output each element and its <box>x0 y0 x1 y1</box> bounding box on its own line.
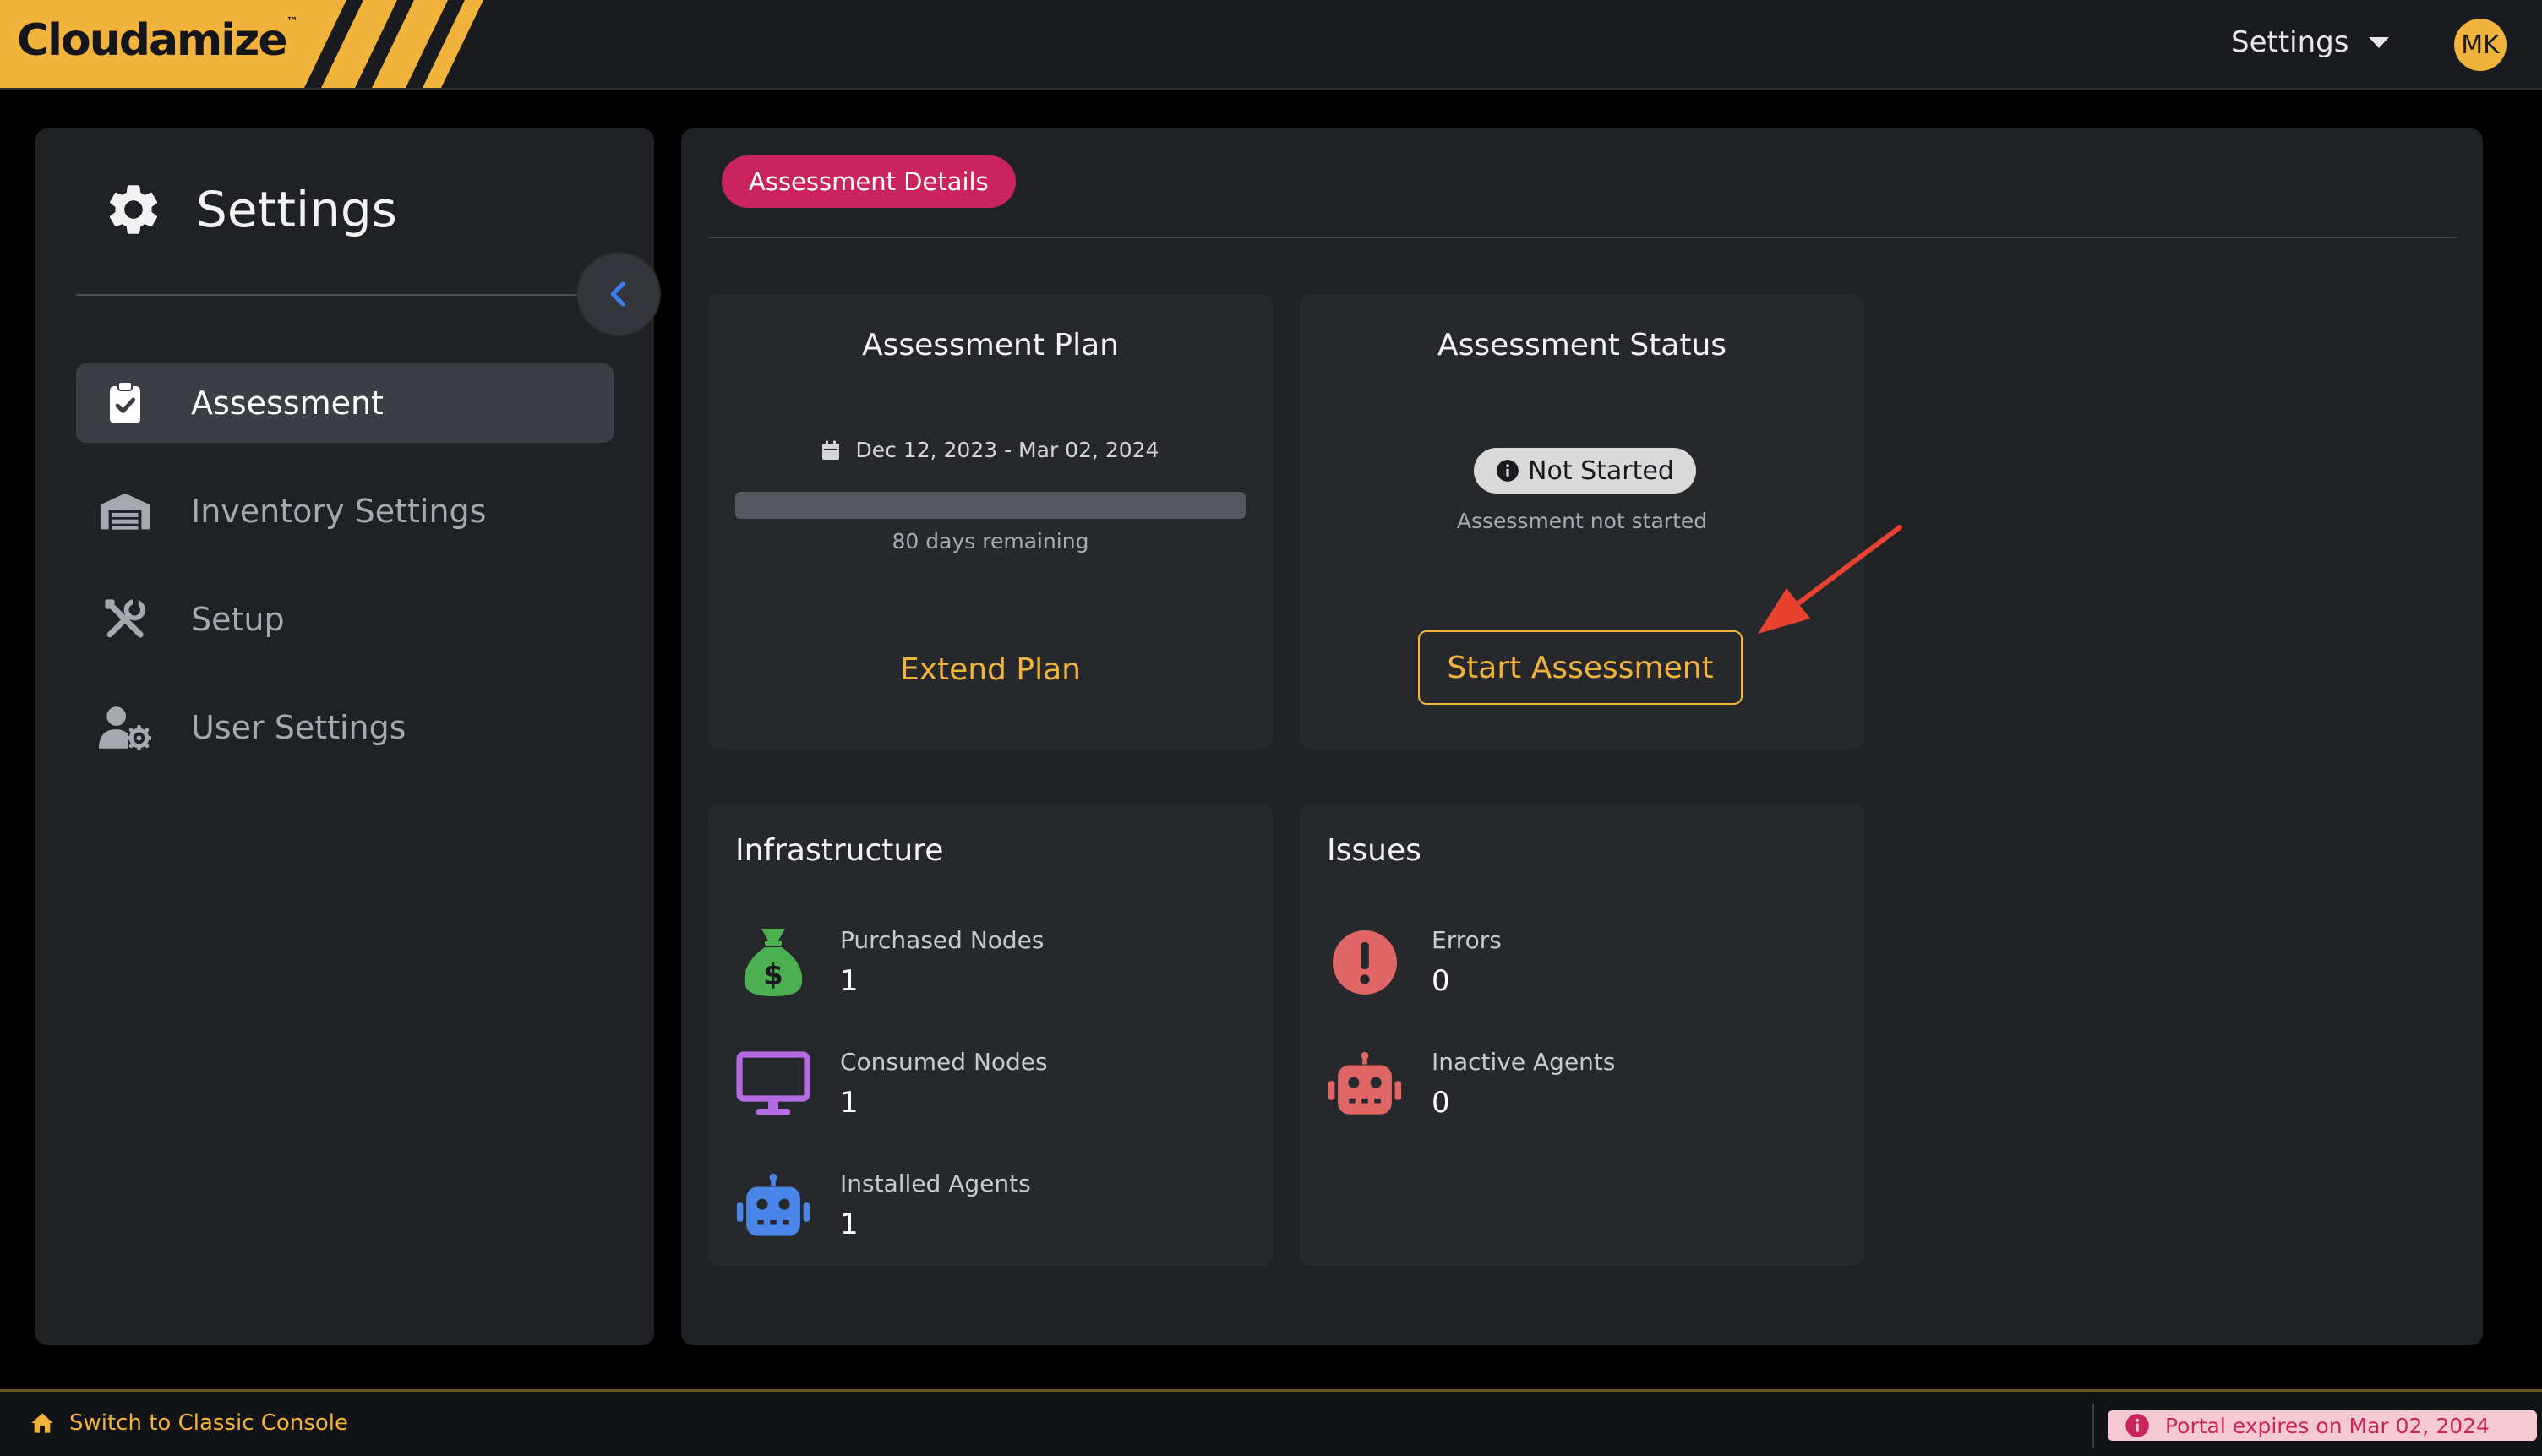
user-gear-icon <box>99 706 151 750</box>
annotation-arrow-icon <box>1758 525 1902 634</box>
tab-assessment-details[interactable]: Assessment Details <box>722 155 1016 208</box>
portal-expiry-text: Portal expires on Mar 02, 2024 <box>2165 1413 2490 1438</box>
collapse-sidebar-button[interactable] <box>578 254 659 335</box>
metric-label: Purchased Nodes <box>840 926 1045 954</box>
sidebar-item-assessment[interactable]: Assessment <box>76 363 614 443</box>
sidebar-title: Settings <box>196 181 397 238</box>
info-circle-icon <box>2125 1414 2149 1437</box>
brand-name: Cloudamize™ <box>17 15 298 66</box>
metric-label: Consumed Nodes <box>840 1048 1048 1076</box>
chevron-left-icon <box>610 281 625 307</box>
sidebar-item-label: Setup <box>191 601 285 638</box>
calendar-icon <box>822 440 840 460</box>
exclamation-circle-icon <box>1333 930 1397 995</box>
portal-expiry-banner: Portal expires on Mar 02, 2024 <box>2108 1410 2537 1441</box>
sidebar-item-user-settings[interactable]: User Settings <box>76 688 614 767</box>
main-panel: Assessment Details Assessment Plan Dec 1… <box>681 128 2483 1345</box>
status-badge: Not Started <box>1474 448 1696 494</box>
settings-dropdown-label: Settings <box>2231 25 2349 59</box>
sidebar-item-label: Inventory Settings <box>191 493 487 530</box>
infrastructure-title: Infrastructure <box>735 833 944 868</box>
sidebar-header: Settings <box>103 179 397 240</box>
plan-date-range: Dec 12, 2023 - Mar 02, 2024 <box>708 438 1273 462</box>
plan-date-text: Dec 12, 2023 - Mar 02, 2024 <box>855 438 1159 462</box>
gear-icon <box>109 185 158 234</box>
issues-card: Issues Errors 0 Inactive Agents 0 <box>1300 804 1864 1266</box>
start-assessment-button[interactable]: Start Assessment <box>1418 630 1743 705</box>
svg-text:$: $ <box>763 958 783 992</box>
caret-down-icon <box>2369 36 2390 48</box>
metric-inactive-agents: Inactive Agents 0 <box>1327 1046 1615 1122</box>
status-card-title: Assessment Status <box>1437 328 1727 363</box>
metric-value: 0 <box>1432 964 1450 998</box>
metric-installed-agents: Installed Agents 1 <box>735 1168 1031 1244</box>
metric-value: 1 <box>840 964 859 998</box>
metric-consumed-nodes: Consumed Nodes 1 <box>735 1046 1048 1122</box>
sidebar-item-label: Assessment <box>191 384 384 422</box>
sidebar-item-setup[interactable]: Setup <box>76 580 614 659</box>
tools-icon <box>105 598 145 638</box>
metric-errors: Errors 0 <box>1327 924 1502 1001</box>
switch-classic-console-label: Switch to Classic Console <box>69 1410 348 1436</box>
metric-label: Installed Agents <box>840 1170 1031 1197</box>
money-bag-icon: $ <box>744 929 803 996</box>
clipboard-check-icon <box>110 381 140 423</box>
home-icon <box>31 1413 53 1433</box>
warehouse-icon <box>100 493 150 530</box>
settings-sidebar: Settings Assessment Inventory Settings S… <box>35 128 659 1345</box>
robot-icon <box>736 1173 810 1236</box>
sidebar-nav: Assessment Inventory Settings Setup User… <box>76 363 614 796</box>
plan-days-remaining: 80 days remaining <box>892 529 1089 553</box>
metric-label: Inactive Agents <box>1432 1048 1616 1076</box>
user-avatar[interactable]: MK <box>2454 19 2507 71</box>
sidebar-item-label: User Settings <box>191 709 406 746</box>
top-bar: Cloudamize™ Settings MK <box>0 0 2542 90</box>
brand-logo[interactable]: Cloudamize™ <box>0 0 490 88</box>
metric-value: 1 <box>840 1086 859 1120</box>
plan-progress-bar <box>735 492 1246 519</box>
metric-value: 0 <box>1432 1086 1450 1120</box>
monitor-icon <box>736 1051 810 1115</box>
robot-icon <box>1328 1051 1402 1115</box>
extend-plan-button[interactable]: Extend Plan <box>708 652 1273 687</box>
sidebar-divider <box>76 294 608 296</box>
info-circle-icon <box>1497 460 1519 482</box>
switch-classic-console-link[interactable]: Switch to Classic Console <box>30 1410 348 1436</box>
status-badge-text: Not Started <box>1528 455 1674 486</box>
issues-title: Issues <box>1327 833 1421 868</box>
plan-card-title: Assessment Plan <box>862 328 1119 363</box>
sidebar-item-inventory-settings[interactable]: Inventory Settings <box>76 472 614 551</box>
main-divider <box>708 237 2457 238</box>
metric-value: 1 <box>840 1208 859 1241</box>
assessment-plan-card: Assessment Plan Dec 12, 2023 - Mar 02, 2… <box>708 294 1273 749</box>
settings-dropdown[interactable]: Settings <box>2231 25 2390 59</box>
footer-separator <box>2092 1404 2094 1448</box>
footer-bar: Switch to Classic Console Portal expires… <box>0 1389 2542 1456</box>
infrastructure-card: Infrastructure $ Purchased Nodes 1 Consu… <box>708 804 1273 1266</box>
metric-purchased-nodes: $ Purchased Nodes 1 <box>735 924 1045 1001</box>
metric-label: Errors <box>1432 926 1502 954</box>
